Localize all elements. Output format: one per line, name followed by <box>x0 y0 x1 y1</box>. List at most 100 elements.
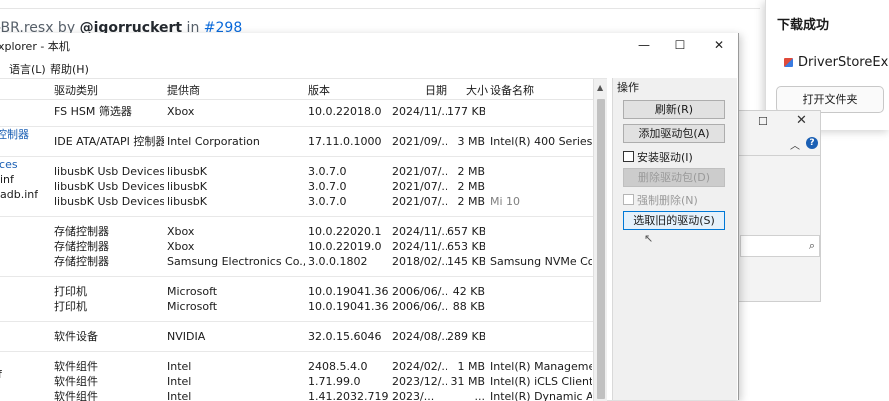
cell-version: 2408.5.4.0 <box>308 360 368 373</box>
maximize-icon[interactable]: ☐ <box>758 115 768 128</box>
column-version[interactable]: 版本 <box>308 82 330 98</box>
column-size[interactable]: 大小 <box>466 82 488 98</box>
help-icon[interactable]: ? <box>806 137 818 149</box>
cell-date: 2018/02/... <box>392 255 447 268</box>
divider <box>0 8 760 9</box>
table-row[interactable]: libusbK Usb Devices libusbK 3.0.7.0 2021/07… <box>0 179 593 194</box>
cell-category: libusbK Usb Devices <box>54 195 164 208</box>
cell-version: 3.0.7.0 <box>308 195 347 208</box>
table-row[interactable]: 存储控制器 Xbox 10.0.22020.1 2024/11/... 657 KB <box>0 224 593 239</box>
cell-provider: Intel <box>167 375 192 388</box>
install-driver-checkbox[interactable]: 安装驱动(I) <box>623 149 693 165</box>
cell-provider: Intel <box>167 390 192 401</box>
cell-provider: Microsoft <box>167 300 218 313</box>
table-row[interactable]: libusbK Usb Devices libusbK 3.0.7.0 2021/07… <box>0 194 593 209</box>
table-row[interactable]: 打印机 Microsoft 10.0.19041.36... 2006/06/... 8… <box>0 299 593 314</box>
cell-device: Intel(R) Dynamic Appl <box>490 390 592 401</box>
group-divider <box>0 351 593 352</box>
table-row[interactable]: libusbK Usb Devices libusbK 3.0.7.0 2021/07… <box>0 164 593 179</box>
cell-provider: Samsung Electronics Co., Ltd <box>167 255 305 268</box>
table-row[interactable]: 存储控制器 Samsung Electronics Co., Ltd3.0.0.1… <box>0 254 593 269</box>
window-title: xplorer - 本机 <box>0 40 70 53</box>
column-provider[interactable]: 提供商 <box>167 82 200 98</box>
cell-size: 177 KB <box>447 105 485 118</box>
cell-date: 2021/07/... <box>392 180 447 193</box>
close-button[interactable]: ✕ <box>707 36 731 54</box>
cell-category: 软件组件 <box>54 360 98 373</box>
cell-category: FS HSM 筛选器 <box>54 105 132 118</box>
scrollbar-thumb[interactable] <box>597 99 605 399</box>
title-bar: xplorer - 本机 — ☐ ✕ <box>0 33 738 57</box>
cell-date: 2021/07/... <box>392 195 447 208</box>
cell-version: 10.0.22020.1 <box>308 225 382 238</box>
cell-version: 1.71.99.0 <box>308 375 361 388</box>
add-package-button[interactable]: 添加驱动包(A) <box>623 124 725 143</box>
cell-provider: Xbox <box>167 105 195 118</box>
delete-driver-button[interactable]: 删除驱动包(D) <box>623 168 725 187</box>
install-driver-label: 安装驱动(I) <box>637 151 693 164</box>
inf-fragment: ices <box>0 158 18 171</box>
vertical-scrollbar[interactable]: ▲ <box>593 79 607 401</box>
open-folder-button[interactable]: 打开文件夹 <box>776 86 884 113</box>
table-row[interactable]: 软件设备 NVIDIA 32.0.15.6046 2024/08/... 289 KB <box>0 329 593 344</box>
table-row[interactable]: 存储控制器 Xbox 10.0.22019.0 2024/11/... 653 KB <box>0 239 593 254</box>
menu-language[interactable]: 语言(L) <box>9 61 46 77</box>
scroll-up-icon[interactable]: ▲ <box>597 83 603 92</box>
list-header: 驱动类别 ⌃ 提供商 版本 日期 大小 设备名称 <box>0 79 593 100</box>
chevron-up-icon[interactable]: ︿ <box>790 137 800 152</box>
cell-category: 软件组件 <box>54 375 98 388</box>
cell-category: 软件组件 <box>54 390 98 401</box>
cell-size: 3 MB <box>457 135 485 148</box>
cell-size: 42 KB <box>452 285 485 298</box>
search-input[interactable]: ⌕ <box>740 235 820 257</box>
maximize-button[interactable]: ☐ <box>668 36 692 54</box>
mouse-cursor-icon: ↖ <box>644 232 654 245</box>
refresh-button[interactable]: 刷新(R) <box>623 100 725 119</box>
cell-date: 2023/12/... <box>392 375 447 388</box>
cell-size: 1 MB <box>457 360 485 373</box>
force-delete-checkbox[interactable]: 强制删除(N) <box>623 192 698 208</box>
column-date[interactable]: 日期 <box>425 82 447 98</box>
table-row[interactable]: 软件组件 Intel 2408.5.4.0 2024/02/... 1 MB Intel(… <box>0 359 593 374</box>
file-icon <box>784 58 793 67</box>
close-icon[interactable]: ✕ <box>796 113 807 128</box>
table-row[interactable]: 打印机 Microsoft 10.0.19041.36... 2006/06/... 4… <box>0 284 593 299</box>
driverstore-explorer-window: xplorer - 本机 — ☐ ✕ 语言(L) 帮助(H) 驱动类别 ⌃ 提供… <box>0 33 739 401</box>
menu-help[interactable]: 帮助(H) <box>50 61 89 77</box>
driver-list[interactable]: 驱动类别 ⌃ 提供商 版本 日期 大小 设备名称 FS HSM 筛选器 Xbox 1… <box>0 78 607 401</box>
cell-date: 2024/11/... <box>392 225 447 238</box>
cell-date: 2024/02/... <box>392 360 447 373</box>
cell-device: Intel(R) Management <box>490 360 592 373</box>
group-divider <box>0 216 593 217</box>
group-divider <box>0 156 593 157</box>
table-row[interactable]: 软件组件 Intel 1.71.99.0 2023/12/... 31 MB Intel(… <box>0 374 593 389</box>
cell-category: 存储控制器 <box>54 255 109 268</box>
inf-fragment: adb.inf <box>0 188 39 201</box>
column-category[interactable]: 驱动类别 <box>54 82 98 98</box>
table-row[interactable]: 软件组件 Intel 1.41.2032.719 2023/...... Intel(R… <box>0 389 593 401</box>
minimize-button[interactable]: — <box>632 36 656 54</box>
cell-date: 2023/... <box>392 390 435 401</box>
column-device[interactable]: 设备名称 <box>490 82 534 98</box>
cell-provider: libusbK <box>167 165 207 178</box>
table-row[interactable]: IDE ATA/ATAPI 控制器 Intel Corporation 17.11.… <box>0 134 593 149</box>
download-file-item[interactable]: DriverStoreExplo <box>784 55 889 70</box>
table-row[interactable]: FS HSM 筛选器 Xbox 10.0.22018.0 2024/11/... 177… <box>0 104 593 119</box>
checkbox-box[interactable] <box>623 151 634 162</box>
search-icon: ⌕ <box>808 239 815 252</box>
cell-date: 2024/11/... <box>392 105 447 118</box>
cell-date: 2021/09/... <box>392 135 447 148</box>
cell-category: 打印机 <box>54 300 87 313</box>
checkbox-box[interactable] <box>623 194 634 205</box>
cell-version: 1.41.2032.719 <box>308 390 388 401</box>
download-filename: DriverStoreExplo <box>798 55 889 70</box>
cell-date: 2021/07/... <box>392 165 447 178</box>
cell-category: libusbK Usb Devices <box>54 165 164 178</box>
cell-date: 2006/06/... <box>392 300 447 313</box>
cell-size: 653 KB <box>447 240 485 253</box>
cell-category: 存储控制器 <box>54 225 109 238</box>
cell-device: Intel(R) 400 Series Chi <box>490 135 592 148</box>
cell-size: 145 KB <box>447 255 485 268</box>
cell-device: Intel(R) iCLS Client <box>490 375 592 388</box>
select-old-drivers-button[interactable]: 选取旧的驱动(S) <box>623 211 725 230</box>
